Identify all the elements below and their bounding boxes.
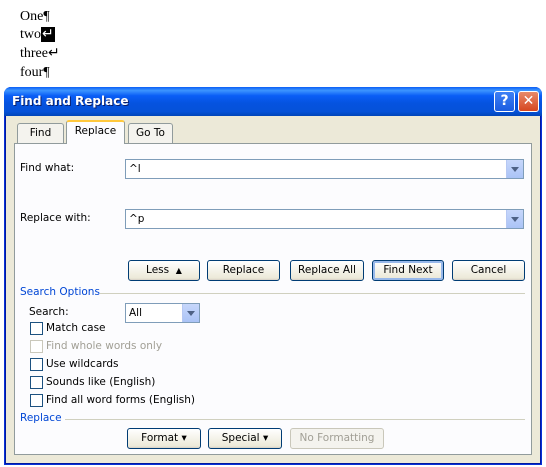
find-replace-dialog: Find and Replace ? ✕ Find Replace Go To …	[4, 87, 542, 465]
sounds-like-label: Sounds like (English)	[46, 376, 156, 388]
match-case-label: Match case	[46, 322, 106, 334]
find-next-button[interactable]: Find Next	[372, 260, 444, 281]
word-forms-checkbox[interactable]	[30, 394, 43, 407]
less-button[interactable]: Less ▲	[128, 260, 200, 281]
up-arrow-icon: ▲	[175, 266, 182, 275]
search-options-title: Search Options	[20, 286, 100, 298]
divider	[100, 293, 525, 294]
tab-find[interactable]: Find	[17, 123, 64, 143]
close-icon[interactable]: ✕	[518, 91, 539, 112]
doc-line-four[interactable]: four¶	[20, 64, 50, 82]
doc-line-two[interactable]: two↵	[20, 26, 55, 44]
chevron-down-icon[interactable]	[506, 210, 523, 228]
replace-with-input[interactable]: ^p	[125, 209, 524, 229]
chevron-down-icon: ▾	[262, 432, 269, 444]
no-formatting-button: No Formatting	[290, 428, 384, 449]
replace-all-button[interactable]: Replace All	[290, 260, 364, 281]
title-bar[interactable]: Find and Replace ? ✕	[4, 87, 542, 116]
format-button[interactable]: Format ▾	[127, 428, 201, 449]
cancel-button[interactable]: Cancel	[452, 260, 525, 281]
question-mark-icon[interactable]: ?	[494, 91, 515, 112]
replace-button[interactable]: Replace	[207, 260, 280, 281]
tab-goto[interactable]: Go To	[128, 123, 173, 143]
special-button[interactable]: Special ▾	[208, 428, 282, 449]
whole-words-checkbox	[30, 340, 43, 353]
replace-with-label: Replace with:	[20, 212, 91, 224]
match-case-checkbox[interactable]	[30, 322, 43, 335]
use-wildcards-label: Use wildcards	[46, 358, 119, 370]
chevron-down-icon[interactable]	[182, 304, 199, 322]
dialog-title: Find and Replace	[12, 94, 129, 108]
tab-replace[interactable]: Replace	[66, 120, 125, 144]
replace-section-title: Replace	[20, 412, 62, 424]
replace-panel: Find what: ^l Replace with: ^p Less ▲ Re…	[14, 143, 532, 455]
chevron-down-icon[interactable]	[506, 160, 523, 178]
find-what-input[interactable]: ^l	[125, 159, 524, 179]
word-forms-label: Find all word forms (English)	[46, 394, 195, 406]
sounds-like-checkbox[interactable]	[30, 376, 43, 389]
whole-words-label: Find whole words only	[46, 340, 163, 352]
chevron-down-icon: ▾	[181, 432, 187, 444]
doc-line-three[interactable]: three↵	[20, 45, 60, 63]
find-what-label: Find what:	[20, 162, 75, 174]
selected-line-break: ↵	[41, 27, 55, 42]
search-direction-select[interactable]: All	[125, 303, 200, 323]
search-label: Search:	[29, 306, 69, 318]
use-wildcards-checkbox[interactable]	[30, 358, 43, 371]
divider	[65, 419, 525, 420]
document-area: One¶ two↵ three↵ four¶	[0, 0, 546, 92]
doc-line-one[interactable]: One¶	[20, 8, 50, 26]
